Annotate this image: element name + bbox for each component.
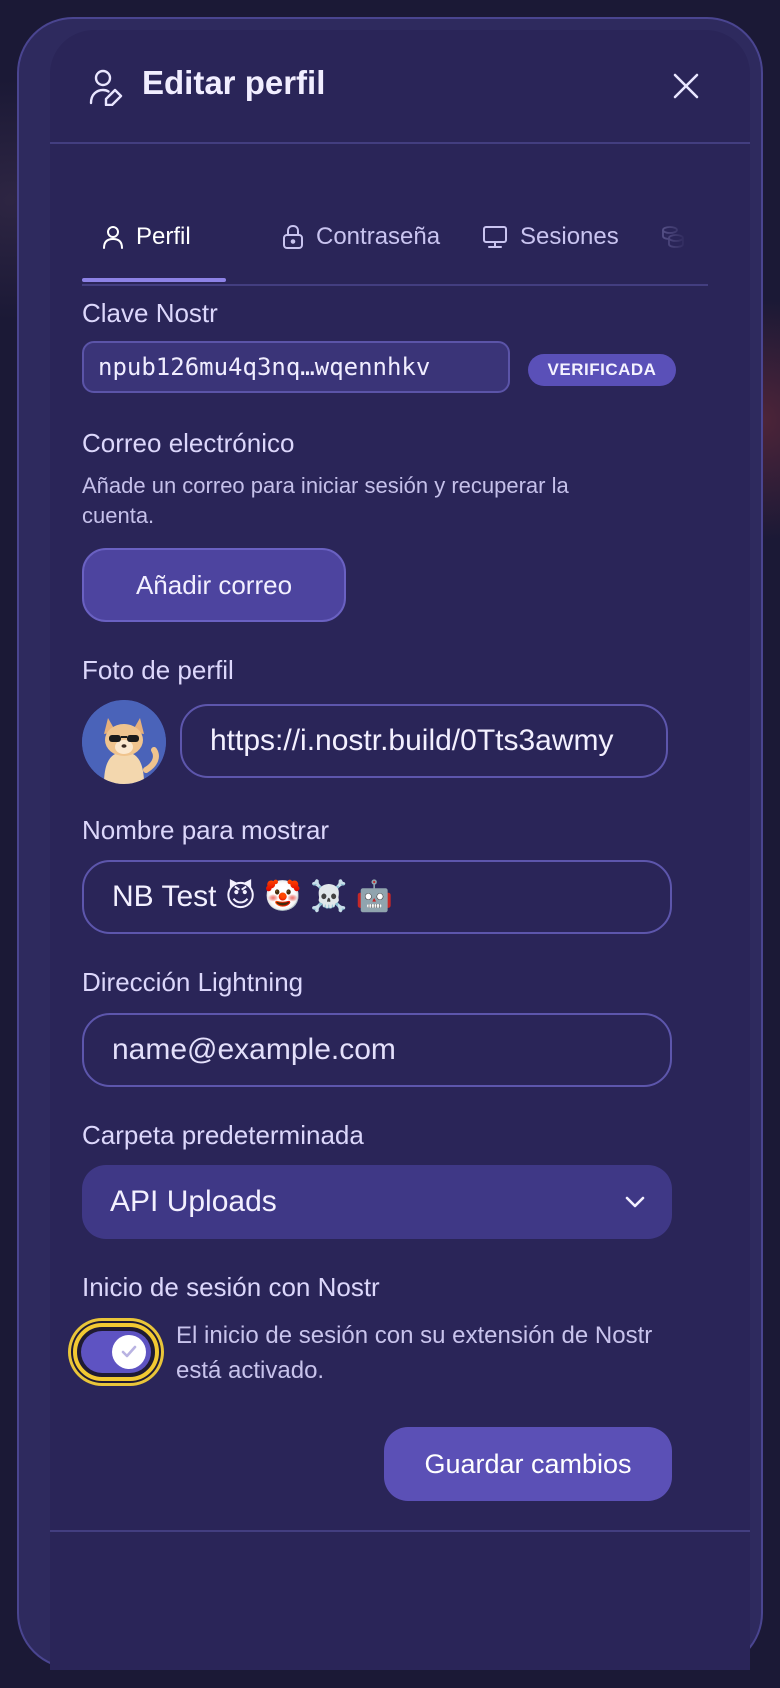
modal-title: Editar perfil	[142, 64, 326, 101]
display-name-input[interactable]: NB Test 😈 🤡 ☠️ 🤖	[82, 860, 672, 934]
default-folder-label: Carpeta predeterminada	[82, 1120, 364, 1150]
monitor-icon	[483, 226, 507, 248]
tab-label: Perfil	[136, 223, 191, 250]
photo-label: Foto de perfil	[82, 655, 234, 685]
tab-bar: Perfil Contraseña Sesiones	[82, 192, 708, 286]
email-label: Correo electrónico	[82, 428, 295, 458]
photo-url-input[interactable]: https://i.nostr.build/0Tts3awmy	[180, 704, 668, 778]
edit-profile-modal: Editar perfil Perfil Contraseña Sesiones…	[50, 30, 750, 1670]
nostr-key-field[interactable]: npub126mu4q3nq…wqennhkv	[82, 341, 510, 393]
default-folder-value: API Uploads	[110, 1185, 277, 1218]
display-name-label: Nombre para mostrar	[82, 815, 330, 845]
tab-label: Sesiones	[520, 223, 619, 250]
avatar	[82, 700, 166, 784]
active-tab-indicator	[82, 278, 226, 282]
modal-header: Editar perfil	[50, 30, 750, 144]
check-icon	[121, 1345, 137, 1358]
default-folder-select[interactable]: API Uploads	[82, 1165, 672, 1239]
close-icon[interactable]	[668, 68, 704, 104]
lock-icon	[283, 224, 303, 249]
verified-badge: VERIFICADA	[528, 354, 676, 386]
lightning-address-input[interactable]: name@example.com	[82, 1013, 672, 1087]
add-email-button[interactable]: Añadir correo	[82, 548, 346, 622]
user-edit-icon	[89, 69, 123, 106]
tab-overflow-fade	[628, 192, 708, 280]
chevron-down-icon	[625, 1196, 645, 1208]
nostr-login-toggle[interactable]	[81, 1331, 151, 1373]
lightning-label: Dirección Lightning	[82, 967, 304, 997]
tab-contrasena[interactable]: Contraseña	[282, 192, 440, 282]
toggle-knob	[112, 1335, 146, 1369]
nostr-login-description: El inicio de sesión con su extensión de …	[176, 1322, 653, 1384]
nostr-key-label: Clave Nostr	[82, 298, 218, 328]
tab-label: Contraseña	[316, 223, 441, 250]
tab-sesiones[interactable]: Sesiones	[482, 192, 619, 282]
email-helper-text: Añade un correo para iniciar sesión y re…	[82, 473, 569, 528]
user-icon	[103, 226, 123, 249]
save-changes-button[interactable]: Guardar cambios	[384, 1427, 672, 1501]
footer-divider	[50, 1530, 750, 1532]
nostr-login-label: Inicio de sesión con Nostr	[82, 1272, 380, 1302]
tab-perfil[interactable]: Perfil	[102, 192, 191, 282]
